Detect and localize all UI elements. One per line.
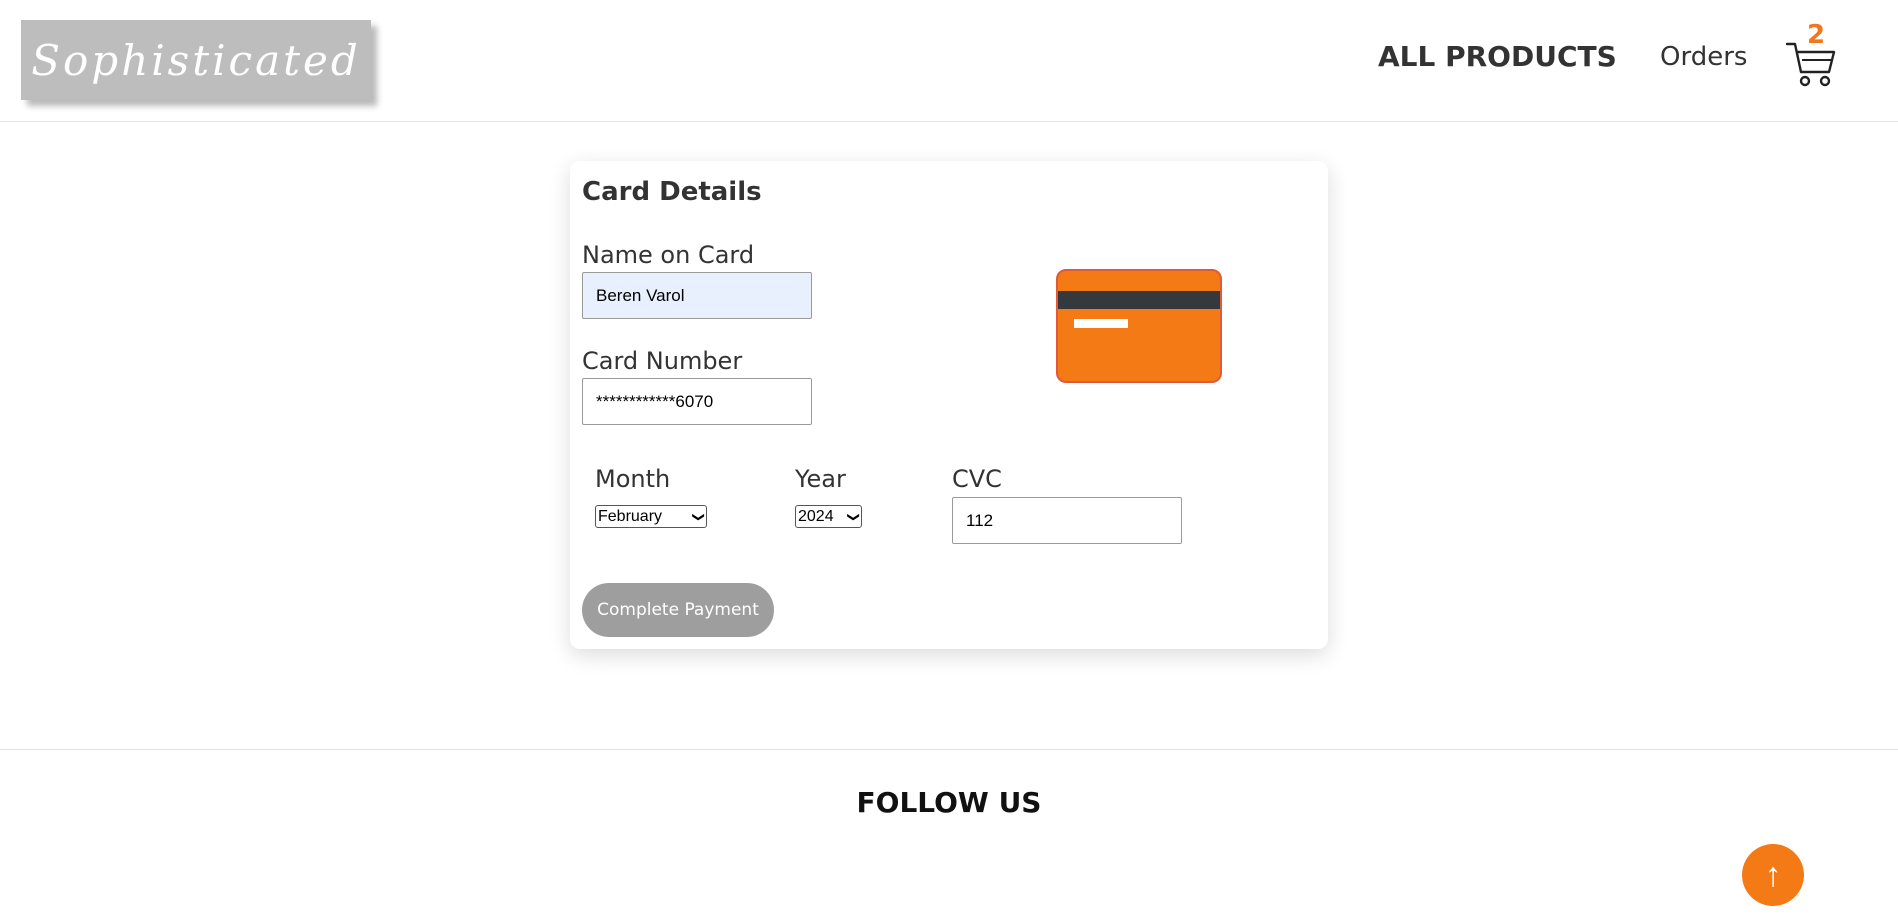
complete-payment-button[interactable]: Complete Payment <box>582 583 774 637</box>
site-header: Sophisticated ALL PRODUCTS Orders 2 <box>0 0 1898 122</box>
nav-all-products[interactable]: ALL PRODUCTS <box>1378 40 1617 73</box>
name-on-card-label: Name on Card <box>582 241 755 269</box>
year-select[interactable]: 2024 ❯ <box>795 505 862 528</box>
card-number-label: Card Number <box>582 347 743 375</box>
site-footer: FOLLOW US <box>0 749 1898 918</box>
cvc-input[interactable] <box>952 497 1182 544</box>
scroll-to-top-button[interactable]: ↑ <box>1742 844 1804 906</box>
cart-count-badge: 2 <box>1807 20 1826 50</box>
nav-orders[interactable]: Orders <box>1660 42 1747 72</box>
card-number-input[interactable] <box>582 378 812 425</box>
card-magnetic-stripe <box>1058 291 1220 309</box>
month-select[interactable]: February ❯ <box>595 505 707 528</box>
chevron-down-icon: ❯ <box>846 511 861 522</box>
name-on-card-input[interactable] <box>582 272 812 319</box>
chevron-down-icon: ❯ <box>691 511 706 522</box>
card-signature-line <box>1074 319 1128 328</box>
year-select-value: 2024 <box>798 507 834 525</box>
year-label: Year <box>795 465 846 493</box>
credit-card-icon <box>1056 269 1222 383</box>
cvc-label: CVC <box>952 465 1002 493</box>
follow-us-heading: FOLLOW US <box>856 786 1042 819</box>
month-label: Month <box>595 465 671 493</box>
card-details-panel: Card Details Name on Card Card Number Mo… <box>570 161 1328 649</box>
site-logo[interactable]: Sophisticated <box>21 20 371 100</box>
card-details-title: Card Details <box>582 177 762 207</box>
arrow-up-icon: ↑ <box>1764 855 1782 894</box>
month-select-value: February <box>598 507 663 525</box>
